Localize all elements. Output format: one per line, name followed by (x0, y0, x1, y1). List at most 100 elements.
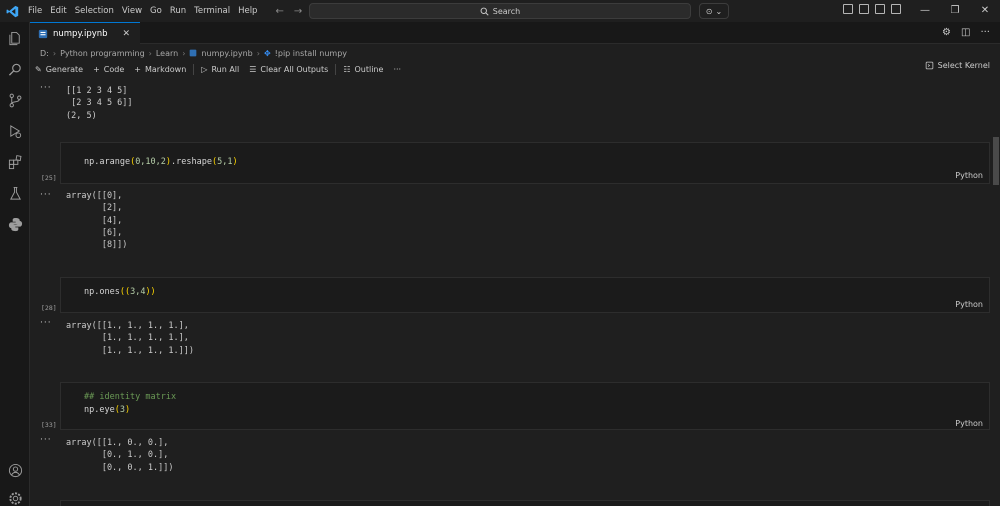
add-code-cell-button[interactable]: + Code (88, 65, 129, 74)
forward-arrow-icon[interactable]: → (294, 6, 302, 17)
list-icon: ☷ (343, 64, 351, 74)
paren-close: ) (124, 405, 131, 415)
code-cell[interactable]: np.arange(0,10,2).reshape(5,1) Python (60, 142, 990, 184)
python-icon[interactable] (7, 216, 23, 232)
kernel-icon (925, 61, 933, 70)
menu-file[interactable]: File (24, 0, 46, 22)
cell-language-label[interactable]: Python (955, 300, 983, 309)
cell-source[interactable]: np.eye(3) (84, 404, 130, 416)
cell-output: array([[1., 1., 1., 1.], [1., 1., 1., 1.… (66, 321, 194, 356)
vscode-logo-icon (0, 0, 24, 22)
chevron-down-icon: ⌄ (715, 6, 723, 16)
menu-help[interactable]: Help (234, 0, 261, 22)
more-icon: ··· (393, 64, 402, 74)
search-icon[interactable] (7, 61, 23, 77)
notebook-editor: ··· [[1 2 3 4 5] [2 3 4 5 6]] (2, 5) np.… (30, 80, 992, 506)
output-more-icon[interactable]: ··· (40, 435, 52, 445)
chevron-right-icon: › (52, 48, 57, 58)
execution-count: [28] (41, 304, 57, 312)
code-cell[interactable] (60, 500, 990, 506)
search-label: Search (492, 6, 521, 16)
outline-button[interactable]: ☷ Outline (338, 65, 388, 74)
menu-terminal[interactable]: Terminal (190, 0, 234, 22)
layout-controls (843, 4, 901, 14)
minimize-icon[interactable]: — (910, 0, 940, 22)
select-kernel-label: Select Kernel (937, 61, 990, 70)
chevron-right-icon: › (182, 48, 186, 58)
code-cell[interactable]: ## identity matrix np.eye(3) Python (60, 382, 990, 430)
code-fn: np.arange (84, 157, 131, 167)
toggle-panel-icon[interactable] (859, 4, 869, 14)
clear-outputs-label: Clear All Outputs (260, 64, 329, 74)
clear-all-icon: ☰ (249, 64, 257, 74)
cell-output: array([[1., 0., 0.], [0., 1., 0.], [0., … (66, 438, 174, 473)
copilot-icon: ⊙ (705, 6, 713, 16)
generate-button[interactable]: ✎ Generate (30, 65, 88, 74)
breadcrumb: D: › Python programming › Learn › numpy.… (40, 46, 347, 60)
explorer-icon[interactable] (7, 30, 23, 46)
menu-bar: File Edit Selection View Go Run Terminal… (24, 0, 261, 22)
breadcrumb-folder-python[interactable]: Python programming (60, 49, 145, 58)
more-actions-icon[interactable]: ··· (980, 27, 990, 38)
accounts-icon[interactable] (7, 462, 23, 478)
generate-label: Generate (45, 64, 84, 74)
run-debug-icon[interactable] (7, 123, 23, 139)
extensions-icon[interactable] (7, 154, 23, 170)
customize-layout-icon[interactable] (891, 4, 901, 14)
cell-source[interactable]: np.ones((3,4)) (84, 286, 156, 298)
run-all-label: Run All (211, 64, 240, 74)
more-toolbar-button[interactable]: ··· (388, 65, 406, 74)
search-icon (480, 7, 489, 16)
output-more-icon[interactable]: ··· (40, 190, 52, 200)
paren-close: ) (232, 157, 238, 167)
tab-numpy-ipynb[interactable]: numpy.ipynb ✕ (30, 22, 140, 44)
notebook-file-icon (190, 49, 197, 57)
testing-icon[interactable] (7, 185, 23, 201)
notebook-toolbar: ✎ Generate + Code + Markdown ▷ Run All ☰… (30, 61, 1000, 77)
toggle-secondary-sidebar-icon[interactable] (875, 4, 885, 14)
breadcrumb-file[interactable]: numpy.ipynb (201, 49, 252, 58)
editor-tab-bar: numpy.ipynb ✕ ⚙ ◫ ··· (30, 22, 1000, 44)
menu-go[interactable]: Go (146, 0, 166, 22)
chevron-right-icon: › (256, 48, 260, 58)
select-kernel-button[interactable]: Select Kernel (925, 61, 990, 70)
run-all-button[interactable]: ▷ Run All (196, 65, 244, 74)
back-arrow-icon[interactable]: ← (275, 6, 283, 17)
scrollbar-thumb[interactable] (993, 137, 999, 185)
close-tab-icon[interactable]: ✕ (123, 29, 131, 39)
editor-actions: ⚙ ◫ ··· (942, 27, 990, 38)
menu-view[interactable]: View (118, 0, 146, 22)
close-window-icon[interactable]: ✕ (970, 0, 1000, 22)
source-control-icon[interactable] (7, 92, 23, 108)
toolbar-divider (193, 63, 195, 75)
code-args: 3,4 (130, 287, 146, 297)
breadcrumb-drive[interactable]: D: (40, 49, 49, 58)
run-all-icon: ▷ (201, 64, 208, 74)
toggle-primary-sidebar-icon[interactable] (843, 4, 853, 14)
paren-open: (( (119, 287, 131, 297)
copilot-button[interactable]: ⊙ ⌄ (699, 3, 729, 19)
settings-gear-icon[interactable] (7, 490, 23, 506)
execution-count: [25] (41, 174, 57, 182)
code-method: .reshape (171, 157, 212, 167)
output-more-icon[interactable]: ··· (40, 318, 52, 328)
plus-icon: + (93, 64, 100, 74)
code-cell[interactable]: np.ones((3,4)) Python (60, 277, 990, 313)
gear-icon[interactable]: ⚙ (942, 27, 951, 38)
output-more-icon[interactable]: ··· (40, 83, 52, 93)
menu-selection[interactable]: Selection (71, 0, 118, 22)
menu-edit[interactable]: Edit (46, 0, 70, 22)
command-center-search[interactable]: Search (309, 3, 691, 19)
breadcrumb-folder-learn[interactable]: Learn (156, 49, 178, 58)
clear-outputs-button[interactable]: ☰ Clear All Outputs (244, 65, 333, 74)
breadcrumb-cell[interactable]: !pip install numpy (275, 49, 347, 58)
cell-language-label[interactable]: Python (955, 419, 983, 428)
cell-source[interactable]: np.arange(0,10,2).reshape(5,1) (84, 156, 238, 168)
cell-language-label[interactable]: Python (955, 171, 983, 180)
menu-run[interactable]: Run (166, 0, 190, 22)
split-editor-icon[interactable]: ◫ (961, 27, 970, 38)
toolbar-divider (335, 63, 337, 75)
add-markdown-cell-button[interactable]: + Markdown (129, 65, 191, 74)
restore-icon[interactable]: ❐ (940, 0, 970, 22)
code-label: Code (103, 64, 125, 74)
